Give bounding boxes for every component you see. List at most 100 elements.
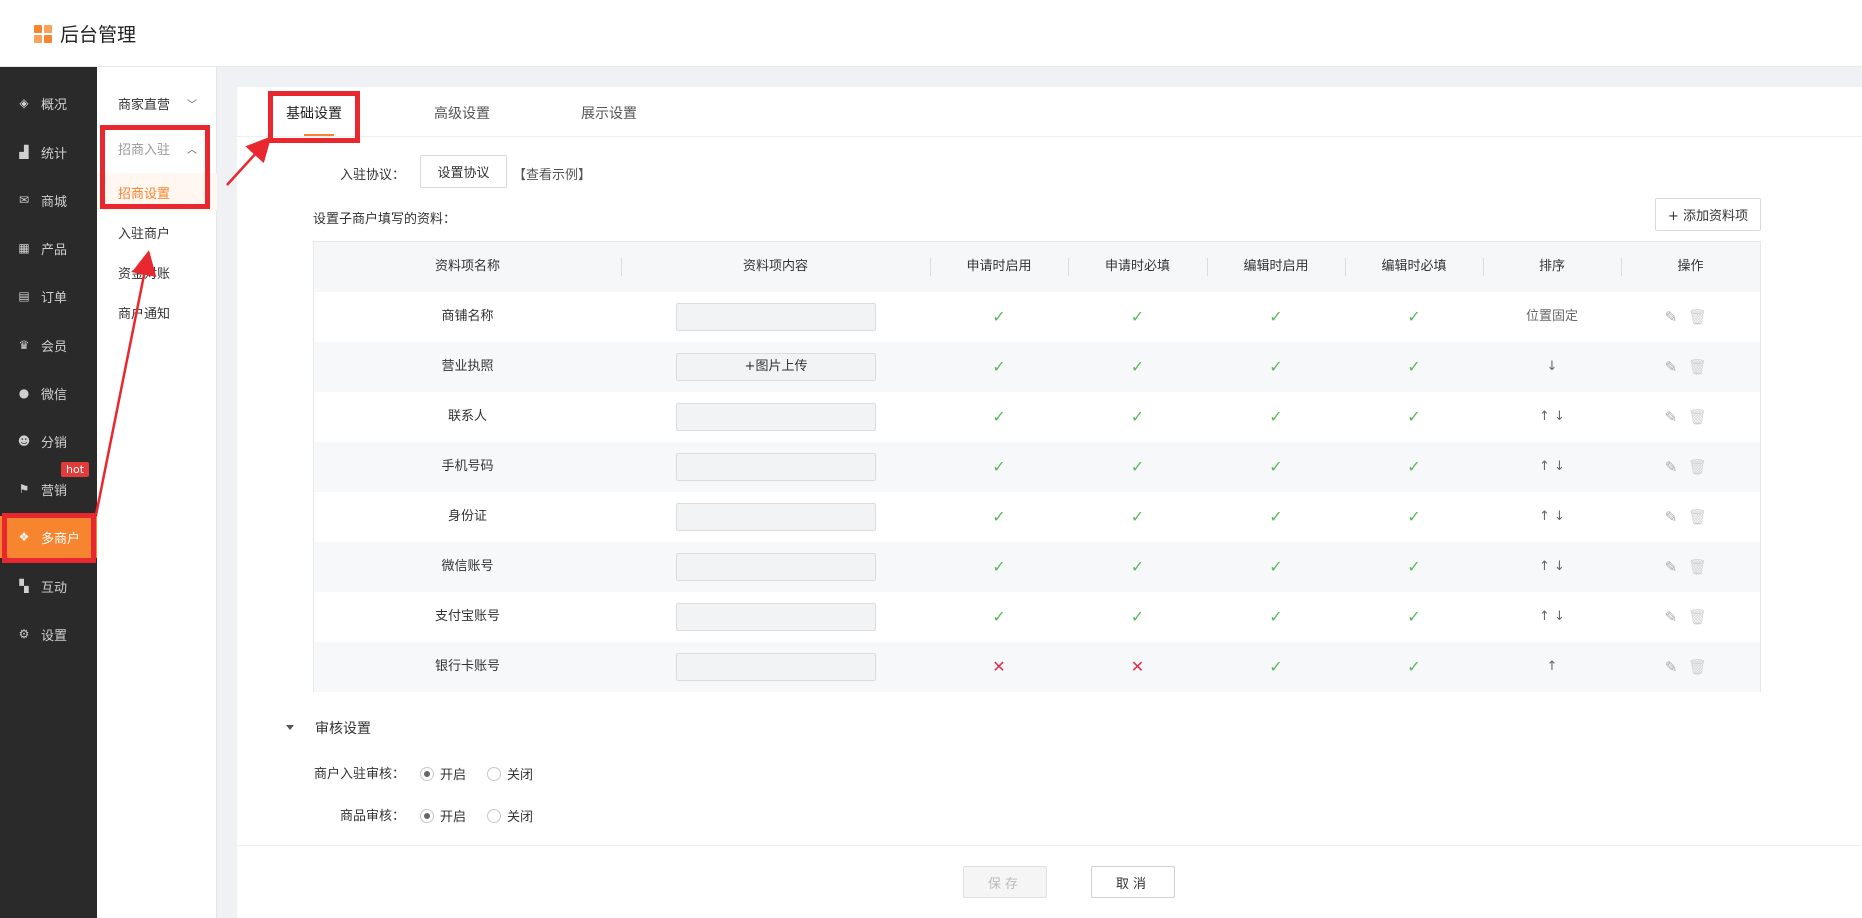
trash-icon[interactable]: 🗑 (1688, 308, 1707, 326)
check-icon: ✓ (1407, 507, 1421, 526)
nav-item-stats[interactable]: ▟ 统计 (0, 131, 97, 173)
nav-item-interact[interactable]: ▚ 互动 (0, 565, 97, 607)
edit-icon[interactable]: ✎ (1662, 508, 1680, 526)
fields-table: 资料项名称 资料项内容 申请时启用 申请时必填 编辑时启用 编辑时必填 排序 操… (313, 241, 1761, 692)
trash-icon[interactable]: 🗑 (1688, 558, 1707, 576)
tab-basic[interactable]: 基础设置 (286, 103, 342, 123)
cell-sort[interactable]: 位置固定 (1483, 292, 1621, 342)
cell-apply-enable[interactable]: ✓ (930, 492, 1068, 542)
trash-icon[interactable]: 🗑 (1688, 658, 1707, 676)
table-row: 银行卡账号 ✕ ✕ ✓ ✓ ↑ ✎ 🗑 (314, 642, 1760, 692)
edit-icon[interactable]: ✎ (1662, 608, 1680, 626)
cell-edit-enable[interactable]: ✓ (1207, 492, 1345, 542)
cell-apply-required[interactable]: ✓ (1068, 442, 1207, 492)
collapse-caret-icon[interactable] (286, 725, 294, 730)
trash-icon[interactable]: 🗑 (1688, 508, 1707, 526)
cell-apply-enable[interactable]: ✓ (930, 442, 1068, 492)
cell-edit-required[interactable]: ✓ (1345, 492, 1483, 542)
subnav-reconcile[interactable]: 资金对账 (97, 253, 217, 291)
edit-icon[interactable]: ✎ (1662, 558, 1680, 576)
nav-item-wechat[interactable]: ● 微信 (0, 372, 97, 414)
add-field-button[interactable]: + 添加资料项 (1655, 198, 1761, 231)
trash-icon[interactable]: 🗑 (1688, 408, 1707, 426)
cell-edit-required[interactable]: ✓ (1345, 592, 1483, 642)
cell-edit-enable[interactable]: ✓ (1207, 642, 1345, 692)
check-icon: ✓ (1130, 307, 1145, 326)
cell-sort[interactable]: ↑ ↓ (1483, 492, 1621, 542)
cell-apply-required[interactable]: ✓ (1068, 392, 1207, 442)
cell-edit-required[interactable]: ✓ (1345, 342, 1483, 392)
cell-apply-enable[interactable]: ✓ (930, 392, 1068, 442)
subnav-recruit-settings[interactable]: 招商设置 (97, 173, 217, 211)
nav-item-multi-merchant[interactable]: ❖ 多商户 (0, 516, 97, 558)
edit-icon[interactable]: ✎ (1662, 458, 1680, 476)
cell-edit-required[interactable]: ✓ (1345, 392, 1483, 442)
cancel-button[interactable]: 取消 (1091, 866, 1175, 898)
tab-display[interactable]: 展示设置 (581, 103, 637, 123)
cell-apply-enable[interactable]: ✕ (930, 642, 1068, 692)
cell-apply-required[interactable]: ✓ (1068, 492, 1207, 542)
cell-apply-enable[interactable]: ✓ (930, 542, 1068, 592)
cell-sort[interactable]: ↑ ↓ (1483, 542, 1621, 592)
logo: 后台管理 (34, 20, 136, 47)
cell-sort[interactable]: ↑ ↓ (1483, 392, 1621, 442)
cell-apply-enable[interactable]: ✓ (930, 592, 1068, 642)
nav-item-orders[interactable]: ▤ 订单 (0, 275, 97, 317)
cell-edit-enable[interactable]: ✓ (1207, 292, 1345, 342)
set-agreement-button[interactable]: 设置协议 (420, 155, 507, 188)
trash-icon[interactable]: 🗑 (1688, 608, 1707, 626)
cell-edit-enable[interactable]: ✓ (1207, 592, 1345, 642)
cell-edit-enable[interactable]: ✓ (1207, 392, 1345, 442)
cell-sort[interactable]: ↑ ↓ (1483, 592, 1621, 642)
cell-edit-required[interactable]: ✓ (1345, 292, 1483, 342)
radio-label: 开启 (440, 768, 467, 783)
save-button[interactable]: 保存 (963, 866, 1047, 898)
tab-advanced[interactable]: 高级设置 (434, 103, 490, 123)
trash-icon[interactable]: 🗑 (1688, 358, 1707, 376)
cell-apply-required[interactable]: ✓ (1068, 292, 1207, 342)
nav-item-settings[interactable]: ⚙ 设置 (0, 613, 97, 655)
cell-edit-required[interactable]: ✓ (1345, 542, 1483, 592)
product-review-off-radio[interactable]: 关闭 (487, 806, 533, 825)
edit-icon[interactable]: ✎ (1662, 658, 1680, 676)
subnav-merchants[interactable]: 入驻商户 (97, 213, 217, 251)
nav-item-distribution[interactable]: ☻ 分销 (0, 420, 97, 462)
nav-item-members[interactable]: ♛ 会员 (0, 324, 97, 366)
logo-icon (34, 24, 52, 43)
cell-apply-required[interactable]: ✓ (1068, 592, 1207, 642)
trash-icon[interactable]: 🗑 (1688, 458, 1707, 476)
edit-icon[interactable]: ✎ (1662, 358, 1680, 376)
nav-item-mall[interactable]: ✉ 商城 (0, 179, 97, 221)
radio-dot (420, 808, 434, 823)
nav-item-overview[interactable]: ◈ 概况 (0, 82, 97, 124)
edit-icon[interactable]: ✎ (1662, 308, 1680, 326)
cell-apply-required[interactable]: ✓ (1068, 342, 1207, 392)
cell-name: 身份证 (447, 509, 487, 524)
cell-edit-enable[interactable]: ✓ (1207, 542, 1345, 592)
cell-apply-enable[interactable]: ✓ (930, 342, 1068, 392)
product-review-on-radio[interactable]: 开启 (420, 806, 466, 825)
cell-apply-required[interactable]: ✓ (1068, 542, 1207, 592)
cell-edit-required[interactable]: ✓ (1345, 442, 1483, 492)
view-example-link[interactable]: 【查看示例】 (513, 164, 591, 183)
subnav-notice[interactable]: 商户通知 (97, 293, 217, 331)
nav-item-products[interactable]: ▦ 产品 (0, 227, 97, 269)
cell-sort[interactable]: ↑ ↓ (1483, 442, 1621, 492)
field-preview-input: +图片上传 (676, 353, 876, 381)
field-preview-input (676, 503, 876, 531)
subnav-direct[interactable]: 商家直营 ﹀ (97, 84, 217, 122)
cell-sort[interactable]: ↓ (1483, 342, 1621, 392)
check-icon: ✓ (1407, 607, 1421, 626)
cell-edit-required[interactable]: ✓ (1345, 642, 1483, 692)
cell-edit-enable[interactable]: ✓ (1207, 342, 1345, 392)
edit-icon[interactable]: ✎ (1662, 408, 1680, 426)
cell-apply-required[interactable]: ✕ (1068, 642, 1207, 692)
cell-edit-enable[interactable]: ✓ (1207, 442, 1345, 492)
merchant-review-off-radio[interactable]: 关闭 (487, 764, 533, 783)
cell-apply-enable[interactable]: ✓ (930, 292, 1068, 342)
th-actions: 操作 (1677, 259, 1704, 274)
merchant-review-on-radio[interactable]: 开启 (420, 764, 466, 783)
subnav-recruit[interactable]: 招商入驻 ︿ (97, 129, 217, 167)
check-icon: ✓ (1269, 457, 1283, 476)
cell-sort[interactable]: ↑ (1483, 642, 1621, 692)
